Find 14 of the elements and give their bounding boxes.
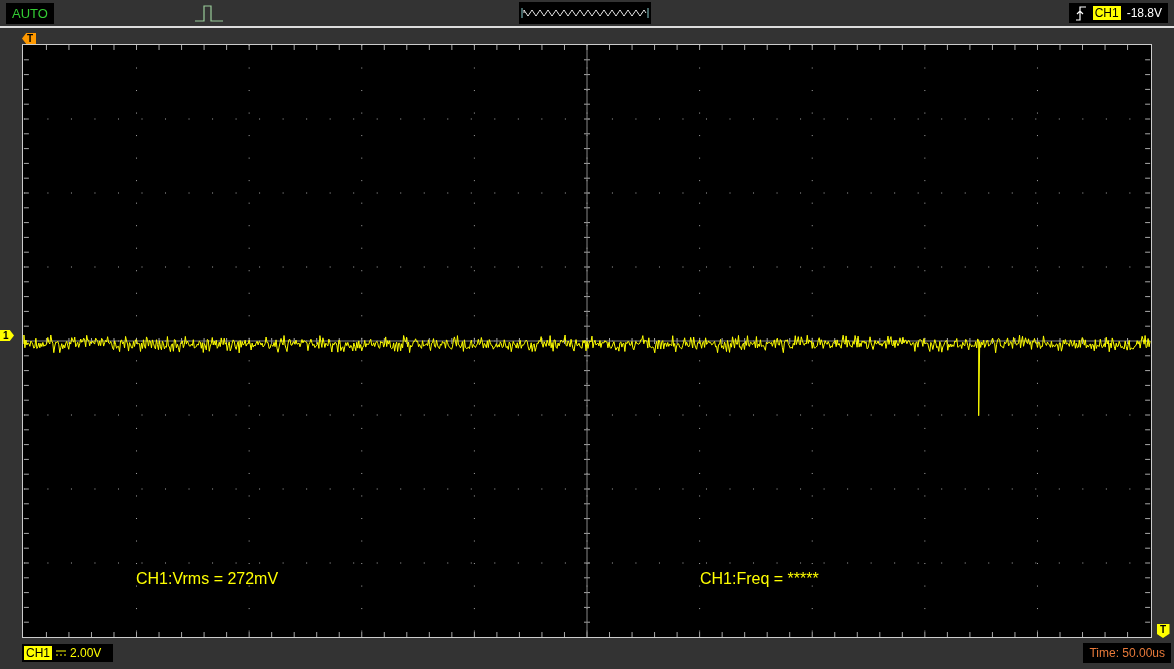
channel-marker[interactable]: 1	[0, 330, 14, 341]
measurement-readout: CH1:Vrms = 272mV	[136, 570, 279, 588]
trigger-mode: AUTO	[6, 2, 54, 24]
trigger-source: CH1	[1092, 6, 1121, 20]
trigger-position-marker[interactable]: T	[22, 33, 37, 44]
rising-edge-icon	[1074, 5, 1087, 21]
channel-label: CH1	[24, 645, 52, 660]
trigger-level-marker[interactable]: T	[1156, 624, 1170, 638]
volts-per-division: 2.00V	[70, 645, 102, 660]
timebase: Time: 50.00us	[1083, 642, 1171, 663]
pulse-icon	[193, 3, 224, 23]
trigger-level: -18.8V	[1126, 6, 1162, 20]
measurement-readout: CH1:Freq = *****	[700, 570, 819, 588]
dc-coupling-icon	[56, 649, 66, 656]
